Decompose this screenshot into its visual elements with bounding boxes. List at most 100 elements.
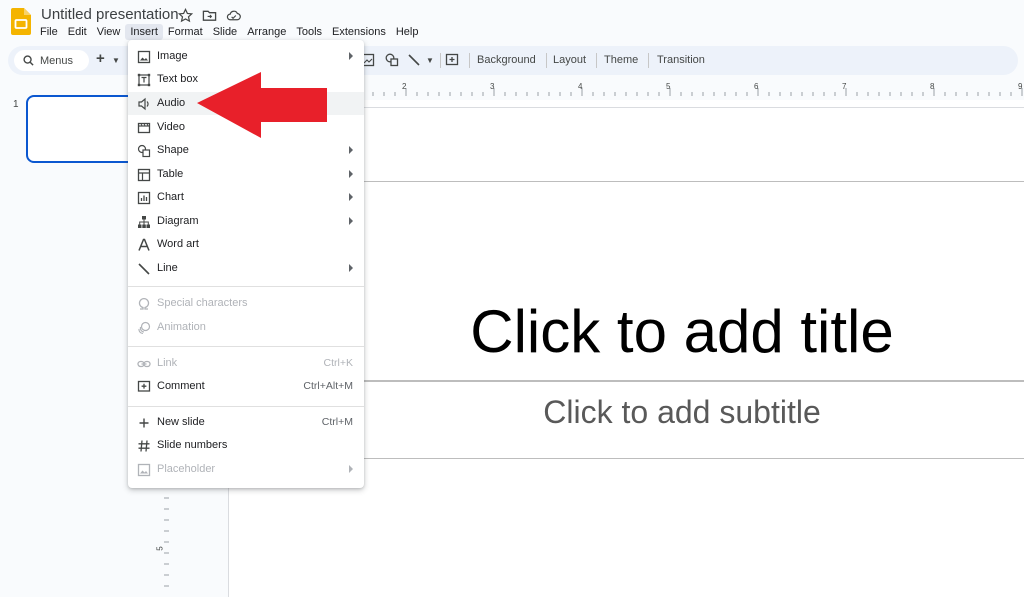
menu-item-label: Animation	[157, 321, 206, 333]
table-icon	[137, 168, 151, 182]
text-box-icon	[137, 73, 151, 87]
annotation-arrow-icon	[197, 72, 327, 138]
diagram-icon	[138, 216, 150, 228]
background-button[interactable]: Background	[477, 54, 536, 66]
menu-item-slide-numbers[interactable]: Slide numbers	[128, 434, 364, 457]
menu-help[interactable]: Help	[391, 24, 424, 40]
submenu-arrow-icon	[349, 264, 353, 272]
menu-item-label: Table	[157, 168, 184, 180]
shape-tool-icon[interactable]	[384, 52, 400, 68]
vertical-ruler-number: 5	[155, 546, 165, 551]
menu-tools[interactable]: Tools	[291, 24, 327, 40]
submenu-arrow-icon	[349, 217, 353, 225]
ruler-number: 9	[1018, 82, 1023, 91]
transition-button[interactable]: Transition	[657, 54, 705, 66]
menu-item-label: Text box	[157, 73, 198, 85]
shortcut-label: Ctrl+M	[321, 416, 353, 428]
menu-item-label: Slide numbers	[157, 439, 228, 451]
ruler-number: 8	[930, 82, 935, 91]
menu-file[interactable]: File	[35, 24, 63, 40]
menu-arrange[interactable]: Arrange	[242, 24, 291, 40]
ruler-number: 4	[578, 82, 583, 91]
menu-item-comment[interactable]: Comment Ctrl+Alt+M	[128, 375, 364, 398]
shortcut-label: Ctrl+K	[323, 357, 353, 369]
search-icon	[23, 55, 34, 66]
ruler-number: 7	[842, 82, 847, 91]
menu-item-label: Line	[157, 262, 178, 274]
menu-item-link[interactable]: Link Ctrl+K	[128, 352, 364, 375]
slide-thumbnail[interactable]	[26, 95, 140, 163]
menu-item-placeholder[interactable]: Placeholder	[128, 458, 364, 481]
ruler-number: 6	[754, 82, 759, 91]
menu-item-label: Placeholder	[157, 463, 216, 475]
hash-icon	[138, 440, 150, 452]
move-folder-icon[interactable]	[202, 8, 217, 23]
shortcut-label: Ctrl+Alt+M	[303, 380, 353, 392]
placeholder-icon	[137, 463, 151, 477]
layout-button[interactable]: Layout	[553, 54, 586, 66]
ruler-number: 3	[490, 82, 495, 91]
link-icon	[137, 360, 151, 368]
menu-slide[interactable]: Slide	[208, 24, 242, 40]
comment-add-icon[interactable]	[444, 52, 460, 68]
menu-edit[interactable]: Edit	[63, 24, 92, 40]
menu-item-animation[interactable]: Animation	[128, 316, 364, 339]
image-icon	[137, 50, 151, 64]
line-tool-icon[interactable]	[406, 52, 422, 68]
menu-item-table[interactable]: Table	[128, 163, 364, 186]
menu-extensions[interactable]: Extensions	[327, 24, 391, 40]
menu-item-new-slide[interactable]: New slide Ctrl+M	[128, 411, 364, 434]
menu-item-word-art[interactable]: Word art	[128, 233, 364, 256]
menu-item-label: Audio	[157, 97, 186, 109]
chart-icon	[137, 191, 151, 205]
menu-item-label: Image	[157, 50, 188, 62]
menu-item-special-characters[interactable]: Special characters	[128, 292, 364, 315]
line-icon	[138, 263, 150, 275]
animation-icon	[138, 321, 151, 335]
menus-search-label: Menus	[40, 54, 74, 67]
menu-item-label: Special characters	[157, 297, 248, 309]
audio-icon	[138, 97, 149, 111]
menu-item-shape[interactable]: Shape	[128, 139, 364, 162]
submenu-arrow-icon	[349, 193, 353, 201]
menu-item-diagram[interactable]: Diagram	[128, 210, 364, 233]
new-slide-caret-icon[interactable]: ▼	[112, 56, 120, 65]
menu-item-label: Comment	[157, 380, 205, 392]
comment-icon	[137, 380, 151, 392]
slides-logo-icon[interactable]	[11, 8, 31, 35]
menu-item-label: Link	[157, 357, 178, 369]
menus-search-box[interactable]: Menus	[14, 50, 89, 71]
title-placeholder-text: Click to add title	[470, 298, 894, 365]
new-slide-plus-icon[interactable]: +	[96, 50, 105, 67]
subtitle-placeholder-box[interactable]: Click to add subtitle	[340, 381, 1024, 459]
menu-view[interactable]: View	[92, 24, 126, 40]
ruler-number: 5	[666, 82, 671, 91]
line-tool-caret-icon[interactable]: ▼	[426, 56, 434, 65]
document-title[interactable]: Untitled presentation	[41, 6, 179, 23]
theme-button[interactable]: Theme	[604, 54, 638, 66]
menu-insert[interactable]: Insert	[125, 24, 163, 40]
menu-format[interactable]: Format	[163, 24, 208, 40]
title-placeholder-box[interactable]: Click to add title	[340, 181, 1024, 381]
submenu-arrow-icon	[349, 52, 353, 60]
star-icon[interactable]	[178, 8, 193, 23]
menu-item-label: New slide	[157, 416, 205, 428]
plus-icon	[139, 418, 149, 428]
menu-item-label: Diagram	[157, 215, 199, 227]
submenu-arrow-icon	[349, 146, 353, 154]
omega-icon	[138, 298, 150, 310]
menu-item-chart[interactable]: Chart	[128, 186, 364, 209]
menu-item-label: Shape	[157, 144, 189, 156]
menu-item-label: Word art	[157, 238, 199, 250]
menu-item-label: Video	[157, 121, 185, 133]
menu-item-line[interactable]: Line	[128, 257, 364, 280]
cloud-saved-icon[interactable]	[226, 8, 241, 23]
subtitle-placeholder-text: Click to add subtitle	[543, 394, 821, 430]
menu-bar: File Edit View Insert Format Slide Arran…	[35, 24, 423, 40]
video-icon	[137, 122, 151, 134]
menu-item-image[interactable]: Image	[128, 45, 364, 68]
ruler-number: 2	[402, 82, 407, 91]
submenu-arrow-icon	[349, 465, 353, 473]
word-art-icon	[138, 238, 150, 251]
shape-icon	[137, 144, 151, 158]
